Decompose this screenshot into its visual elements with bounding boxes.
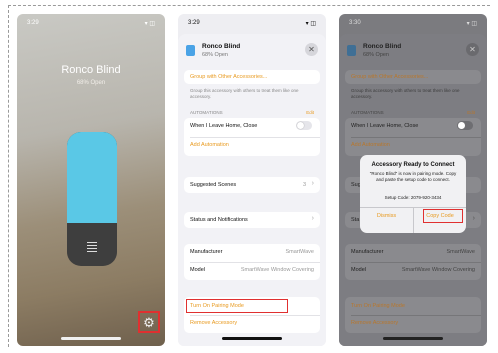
blind-icon — [347, 45, 356, 56]
model-value: SmartWave Window Covering — [240, 267, 314, 273]
status-bar: 3:29 ▾ ◫ — [27, 20, 155, 27]
status-notifications-row[interactable]: Status and Notifications › — [184, 212, 320, 228]
group-link[interactable]: Group with Other Accessories... — [190, 74, 314, 80]
divider — [351, 262, 481, 263]
chevron-right-icon: › — [311, 215, 314, 222]
status-bar: 3:30 ▾ ◫ — [349, 20, 477, 27]
dashed-frame-top — [8, 5, 490, 6]
dashed-frame-left — [8, 5, 9, 347]
group-card[interactable]: Group with Other Accessories... — [184, 70, 320, 84]
settings-sheet: Ronco Blind 68% Open ✕ Group with Other … — [178, 34, 326, 346]
setup-code: Setup Code: 2079-920-3434 — [384, 195, 442, 200]
pairing-alert-dialog: Accessory Ready to Connect "Ronco Blind"… — [360, 155, 466, 233]
status-time: 3:29 — [188, 20, 200, 26]
close-button[interactable]: ✕ — [466, 43, 479, 56]
automations-title: AUTOMATIONS — [190, 110, 223, 115]
status-notifications-label: Status and Notifications — [190, 217, 248, 223]
blind-slider[interactable] — [67, 132, 117, 266]
status-indicators: ▾ ◫ — [305, 21, 316, 27]
close-icon: ✕ — [308, 45, 315, 54]
chevron-right-icon: › — [472, 215, 475, 222]
status-time: 3:30 — [349, 20, 361, 26]
settings-gear-button[interactable]: ⚙ — [138, 311, 160, 333]
divider — [190, 315, 320, 316]
remove-accessory-button[interactable]: Remove Accessory — [190, 320, 314, 326]
remove-accessory-button[interactable]: Remove Accessory — [351, 320, 475, 326]
status-indicators: ▾ ◫ — [144, 21, 155, 27]
sheet-header: Ronco Blind 68% Open ✕ — [184, 40, 320, 68]
automations-card: When I Leave Home, Close Add Automation — [345, 118, 481, 156]
accessory-status: 68% Open — [202, 52, 228, 58]
info-card: Manufacturer SmartWave Model SmartWave W… — [345, 244, 481, 280]
status-time: 3:29 — [27, 20, 39, 26]
divider — [351, 137, 481, 138]
automation-toggle[interactable] — [296, 121, 312, 130]
alert-message: "Ronco Blind" is now in pairing mode. Co… — [369, 171, 457, 182]
add-automation-button[interactable]: Add Automation — [351, 142, 475, 148]
add-automation-button[interactable]: Add Automation — [190, 142, 314, 148]
automations-edit-button[interactable]: Edit — [467, 110, 475, 115]
close-icon: ✕ — [469, 45, 476, 54]
status-bar: 3:29 ▾ ◫ — [188, 20, 316, 27]
suggested-scenes-label: Suggested Scenes — [190, 182, 237, 188]
group-link[interactable]: Group with Other Accessories... — [351, 74, 475, 80]
accessory-name: Ronco Blind — [363, 43, 402, 50]
manufacturer-value: SmartWave — [446, 249, 475, 255]
highlight-box — [423, 209, 463, 223]
group-description: Group this accessory with others to trea… — [190, 88, 299, 99]
alert-title: Accessory Ready to Connect — [371, 162, 455, 168]
divider — [351, 315, 481, 316]
automation-toggle[interactable] — [457, 121, 473, 130]
status-indicators: ▾ ◫ — [466, 21, 477, 27]
phone-screen-pairing-alert: 3:30 ▾ ◫ Ronco Blind 68% Open ✕ Group wi… — [339, 14, 487, 346]
dismiss-button[interactable]: Dismiss — [360, 213, 413, 219]
phone-screen-accessory-settings: 3:29 ▾ ◫ Ronco Blind 68% Open ✕ Group wi… — [178, 14, 326, 346]
automations-title: AUTOMATIONS — [351, 110, 384, 115]
model-value: SmartWave Window Covering — [401, 267, 475, 273]
info-card: Manufacturer SmartWave Model SmartWave W… — [184, 244, 320, 280]
suggested-scenes-row[interactable]: Suggested Scenes 3 › — [184, 177, 320, 193]
blind-slider-fill — [67, 132, 117, 224]
divider — [190, 262, 320, 263]
close-button[interactable]: ✕ — [305, 43, 318, 56]
divider — [190, 137, 320, 138]
phone-screen-accessory-control: 3:29 ▾ ◫ Ronco Blind 68% Open ⚙ — [17, 14, 165, 346]
home-indicator — [61, 337, 121, 340]
alert-divider-vertical — [413, 207, 414, 233]
automations-edit-button[interactable]: Edit — [306, 110, 314, 115]
chevron-right-icon: › — [311, 180, 314, 187]
blind-icon — [186, 45, 195, 56]
blind-icon — [87, 242, 97, 254]
automations-card: When I Leave Home, Close Add Automation — [184, 118, 320, 156]
highlight-box — [186, 299, 288, 313]
home-indicator — [222, 337, 282, 340]
group-description: Group this accessory with others to trea… — [351, 88, 460, 99]
manufacturer-value: SmartWave — [285, 249, 314, 255]
gear-icon: ⚙ — [143, 314, 155, 330]
home-indicator — [383, 337, 443, 340]
actions-card: Turn On Pairing Mode Remove Accessory — [345, 297, 481, 333]
accessory-status: 68% Open — [76, 80, 106, 86]
group-card[interactable]: Group with Other Accessories... — [345, 70, 481, 84]
accessory-title: Ronco Blind — [61, 64, 121, 76]
accessory-name: Ronco Blind — [202, 43, 241, 50]
suggested-scenes-count: 3 — [302, 182, 306, 188]
pairing-mode-button[interactable]: Turn On Pairing Mode — [351, 303, 475, 309]
accessory-status: 68% Open — [363, 52, 389, 58]
sheet-header: Ronco Blind 68% Open ✕ — [345, 40, 481, 68]
